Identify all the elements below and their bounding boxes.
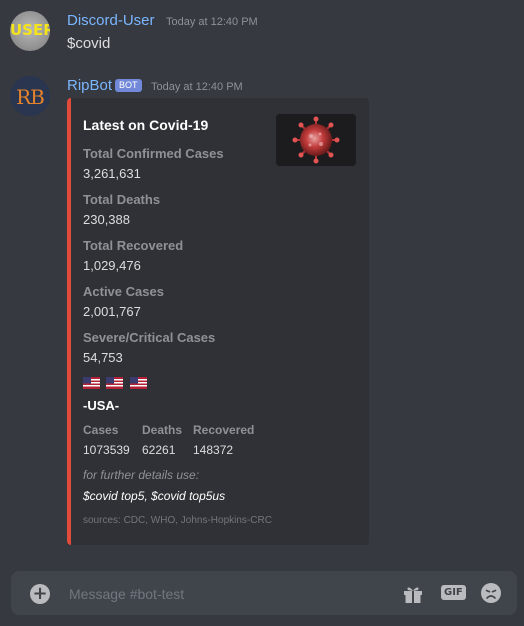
add-icon[interactable]: + (30, 584, 50, 604)
field-name: Total Confirmed Cases (83, 146, 224, 161)
user-avatar[interactable]: USER (10, 11, 50, 51)
covid-embed: Latest on Covid-19 Total Confirmed Cases… (67, 98, 369, 545)
bot-badge: BOT (115, 79, 142, 92)
field-name: Total Deaths (83, 192, 161, 207)
field-name: Total Recovered (83, 238, 184, 253)
emoji-icon[interactable] (480, 582, 502, 604)
gift-icon[interactable] (402, 584, 424, 604)
embed-title: Latest on Covid-19 (83, 117, 209, 133)
column-name: Recovered (193, 423, 255, 437)
coronavirus-image[interactable] (276, 114, 356, 166)
field-value: 54,753 (83, 350, 123, 365)
field-value: 1,029,476 (83, 258, 141, 273)
message-text: $covid (67, 35, 111, 52)
column-value: 1073539 (83, 443, 130, 457)
us-flag-icon (129, 377, 147, 389)
avatar-text: USER (10, 21, 50, 39)
message-input[interactable] (67, 582, 371, 606)
us-flag-icon (83, 377, 100, 389)
field-name: Active Cases (83, 284, 164, 299)
field-name: Severe/Critical Cases (83, 330, 216, 345)
column-value: 148372 (193, 443, 234, 457)
message-timestamp: Today at 12:40 PM (151, 81, 243, 93)
flags-row (83, 377, 149, 390)
field-value: 3,261,631 (83, 166, 141, 181)
message-timestamp: Today at 12:40 PM (166, 16, 258, 28)
column-name: Deaths (142, 423, 183, 437)
message-composer: + GIF (11, 571, 517, 615)
field-value: 230,388 (83, 212, 130, 227)
sources-text: sources: CDC, WHO, Johns-Hopkins-CRC (83, 515, 272, 526)
footer-commands: $covid top5, $covid top5us (83, 489, 226, 503)
field-value: 2,001,767 (83, 304, 141, 319)
column-value: 62261 (142, 443, 176, 457)
bot-avatar[interactable]: RB (10, 76, 50, 116)
message-username[interactable]: RipBot (67, 77, 112, 94)
column-name: Cases (83, 423, 119, 437)
message-username[interactable]: Discord-User (67, 12, 155, 29)
avatar-text: RB (16, 85, 45, 109)
us-flag-icon (106, 377, 124, 389)
gif-icon[interactable]: GIF (441, 585, 466, 600)
country-label: -USA- (83, 398, 120, 413)
footer-hint: for further details use: (83, 468, 200, 482)
